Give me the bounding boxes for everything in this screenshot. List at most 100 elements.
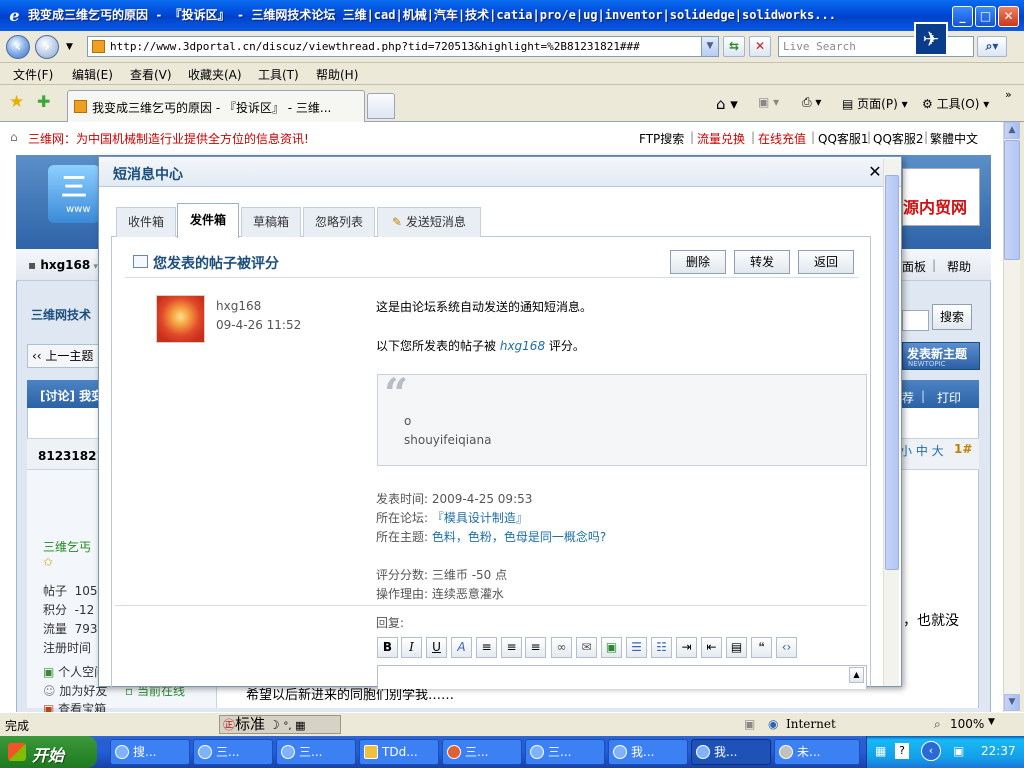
feeds-icon[interactable]: ▣ ▾ — [758, 95, 779, 109]
task-item[interactable]: 三... — [276, 739, 356, 765]
url-dropdown-icon[interactable]: ▼ — [701, 37, 718, 56]
code-icon[interactable]: ‹› — [776, 637, 797, 658]
keyboard-icon[interactable]: ▦ — [875, 744, 886, 758]
back-to-list-button[interactable]: 返回 — [798, 250, 854, 274]
menu-edit[interactable]: 编辑(E) — [72, 66, 113, 83]
prev-topic-button[interactable]: ‹‹ 上一主题 — [27, 344, 101, 368]
font-color-button[interactable]: A — [451, 637, 472, 658]
thread-print[interactable]: 打印 — [937, 389, 961, 406]
email-icon[interactable]: ✉ — [576, 637, 597, 658]
scroll-up-icon[interactable]: ▲ — [1004, 122, 1020, 139]
history-dropdown-icon[interactable]: ▼ — [66, 42, 73, 52]
top-link-qq1[interactable]: QQ客服1 — [818, 130, 869, 147]
top-link-traditional[interactable]: 繁體中文 — [930, 130, 978, 147]
forum-link[interactable]: 『模具设计制造』 — [432, 511, 528, 525]
task-item[interactable]: TDd... — [359, 739, 439, 765]
page-scrollbar[interactable]: ▲ ▼ — [1003, 122, 1020, 712]
forum-search-input[interactable] — [902, 310, 929, 331]
zoom-dropdown-icon[interactable]: ▼ — [988, 717, 995, 727]
textarea-scroll-up-icon[interactable]: ▲ — [849, 667, 864, 683]
menu-tools[interactable]: 工具(T) — [258, 66, 299, 83]
outdent-icon[interactable]: ⇤ — [701, 637, 722, 658]
ordered-list-icon[interactable]: ☰ — [626, 637, 647, 658]
forum-search-button[interactable]: 搜索 — [932, 304, 972, 330]
search-go-icon[interactable]: ⌕▾ — [977, 36, 1007, 57]
align-center-icon[interactable]: ≡ — [501, 637, 522, 658]
network-icon[interactable]: ▣ — [953, 744, 964, 758]
thread-recommend[interactable]: 荐 — [902, 389, 914, 406]
underline-button[interactable]: U — [426, 637, 447, 658]
zoom-level[interactable]: 100% — [950, 717, 984, 731]
user-menu[interactable]: ▪ hxg168 ▾ — [28, 258, 98, 272]
refresh-icon[interactable]: ⇆ — [723, 36, 745, 57]
scrollbar-thumb[interactable] — [1004, 140, 1020, 260]
image-icon[interactable]: ▣ — [601, 637, 622, 658]
stop-icon[interactable]: ✕ — [749, 36, 771, 57]
align-left-icon[interactable]: ≡ — [476, 637, 497, 658]
tab-current[interactable]: 我变成三维乞丐的原因 - 『投诉区』 - 三维... — [67, 90, 365, 122]
chevron-more-icon[interactable]: » — [1005, 88, 1012, 101]
task-item[interactable]: 搜... — [110, 739, 190, 765]
link-icon[interactable]: ∞ — [551, 637, 572, 658]
start-button[interactable]: 开始 — [0, 736, 97, 768]
delete-button[interactable]: 删除 — [670, 250, 726, 274]
close-button[interactable]: ✕ — [998, 6, 1019, 27]
tab-drafts[interactable]: 草稿箱 — [241, 207, 301, 237]
task-item[interactable]: 未... — [774, 739, 860, 765]
top-link-qq2[interactable]: QQ客服2 — [873, 130, 924, 147]
task-item[interactable]: 我... — [608, 739, 688, 765]
author-space-link[interactable]: ▣ 个人空间 — [43, 663, 106, 680]
quote-insert-icon[interactable]: ❝ — [751, 637, 772, 658]
tray-expand-icon[interactable]: ‹ — [921, 741, 941, 761]
sender-name[interactable]: hxg168 — [216, 299, 261, 313]
favorites-star-icon[interactable]: ★ — [9, 92, 24, 112]
minimize-button[interactable]: _ — [952, 6, 973, 27]
bold-button[interactable]: B — [377, 637, 398, 658]
dialog-scrollbar-thumb[interactable] — [885, 175, 899, 570]
tab-ignore-list[interactable]: 忽略列表 — [303, 207, 375, 237]
topic-link[interactable]: 色料，色粉，色母是同一概念吗? — [432, 530, 606, 544]
top-link-traffic[interactable]: 流量兑换 — [697, 130, 745, 147]
table-icon[interactable]: ▤ — [726, 637, 747, 658]
dialog-scrollbar[interactable] — [883, 159, 899, 686]
align-right-icon[interactable]: ≡ — [525, 637, 546, 658]
clock[interactable]: 22:37 — [981, 744, 1016, 758]
menu-favorites[interactable]: 收藏夹(A) — [188, 66, 242, 83]
italic-button[interactable]: I — [401, 637, 422, 658]
top-link-ftp[interactable]: FTP搜索 — [639, 130, 684, 147]
maximize-button[interactable]: □ — [975, 6, 996, 27]
pm-close-button[interactable]: ✕ — [865, 162, 885, 182]
rater-link[interactable]: hxg168 — [500, 339, 545, 353]
ime-bar[interactable]: ㊣标准 ☽ °, ▦ — [219, 715, 341, 734]
nav-control-panel[interactable]: 面板 — [902, 258, 926, 275]
task-item-active[interactable]: 我... — [691, 739, 771, 765]
author-name[interactable]: 三维乞丐 — [43, 538, 91, 555]
menu-help[interactable]: 帮助(H) — [316, 66, 358, 83]
menu-view[interactable]: 查看(V) — [130, 66, 172, 83]
avatar[interactable] — [156, 295, 205, 343]
forward-button[interactable]: 转发 — [734, 250, 790, 274]
new-tab-button[interactable] — [367, 93, 395, 119]
scroll-down-icon[interactable]: ▼ — [1004, 694, 1020, 711]
reply-textarea[interactable] — [377, 665, 867, 689]
font-size-controls[interactable]: 小 中 大 — [900, 442, 944, 459]
task-item[interactable]: 三... — [525, 739, 605, 765]
task-item[interactable]: 三... — [442, 739, 522, 765]
breadcrumb[interactable]: 三维网技术 — [31, 306, 91, 323]
unordered-list-icon[interactable]: ☷ — [651, 637, 672, 658]
page-menu[interactable]: ▤ 页面(P) ▾ — [842, 95, 908, 112]
tab-outbox[interactable]: 发件箱 — [177, 203, 239, 238]
menu-file[interactable]: 文件(F) — [13, 66, 53, 83]
task-item[interactable]: 三... — [193, 739, 273, 765]
tools-menu[interactable]: ⚙ 工具(O) ▾ — [922, 95, 989, 112]
top-link-recharge[interactable]: 在线充值 — [758, 130, 806, 147]
home-icon[interactable]: ⌂ ▾ — [716, 95, 738, 113]
help-icon[interactable]: ? — [895, 743, 909, 759]
indent-icon[interactable]: ⇥ — [676, 637, 697, 658]
print-icon[interactable]: ⎙ ▾ — [802, 95, 821, 110]
url-field[interactable]: http://www.3dportal.cn/discuz/viewthread… — [87, 36, 719, 57]
tab-inbox[interactable]: 收件箱 — [116, 207, 176, 237]
nav-help[interactable]: 帮助 — [947, 258, 971, 275]
forward-button[interactable]: › — [35, 35, 59, 59]
tab-send-message[interactable]: ✎ 发送短消息 — [377, 207, 481, 237]
